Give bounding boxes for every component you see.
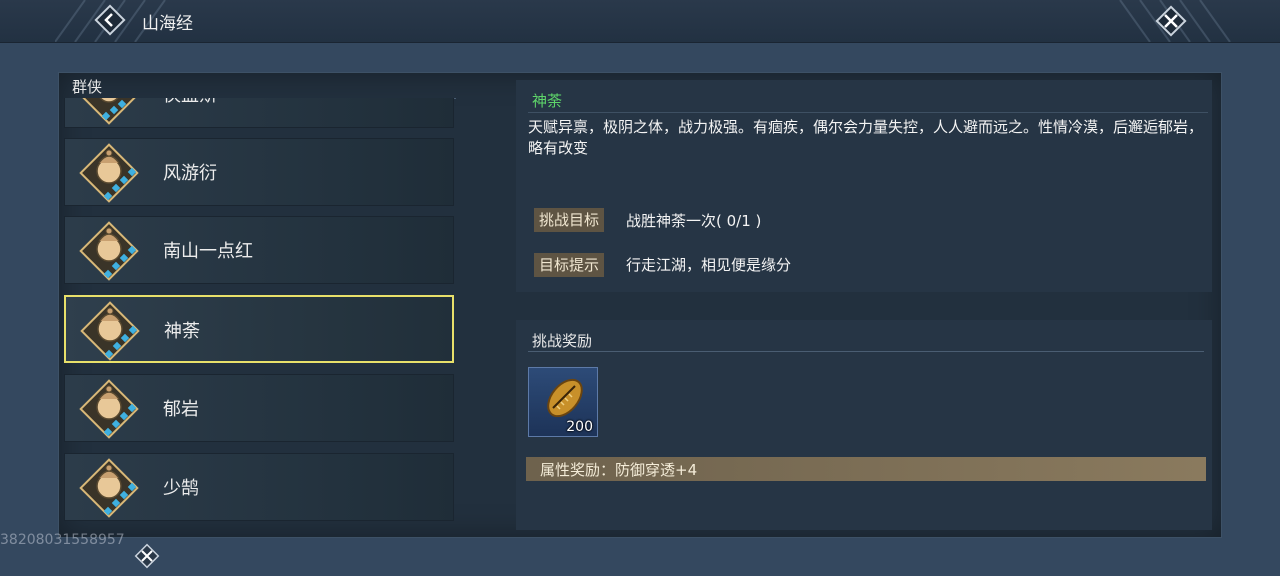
divider <box>528 351 1204 352</box>
hero-name: 郁岩 <box>163 399 199 420</box>
hero-portrait-icon <box>79 98 139 125</box>
hero-name: 南山一点红 <box>163 241 253 262</box>
hero-list-item[interactable]: 郁岩 <box>64 374 454 442</box>
hero-portrait-icon <box>79 221 139 281</box>
attribute-bonus-text: 属性奖励：防御穿透+4 <box>540 461 698 479</box>
hint-value: 行走江湖，相见便是缘分 <box>626 256 792 274</box>
hero-list-item[interactable]: 侠盗斯 <box>64 98 454 128</box>
top-bar: 山海经 <box>0 0 1280 43</box>
hero-list-item-selected[interactable]: 神荼 <box>64 295 454 363</box>
reward-count: 200 <box>566 419 593 435</box>
hero-name: 少鹄 <box>163 478 199 499</box>
hero-list-item[interactable]: 南山一点红 <box>64 216 454 284</box>
back-arrow-icon <box>94 4 126 36</box>
hero-portrait-icon <box>79 143 139 203</box>
hero-detail-name: 神荼 <box>532 92 563 110</box>
goal-tag: 挑战目标 <box>534 208 605 232</box>
hero-list-item[interactable]: 风游衍 <box>64 138 454 206</box>
hero-list[interactable]: 侠盗斯 风游衍 南山一点红 <box>64 98 456 524</box>
close-icon[interactable] <box>134 543 160 569</box>
back-button[interactable] <box>94 4 126 36</box>
hero-description: 天赋异禀，极阴之体，战力极强。有痼疾，偶尔会力量失控，人人避而远之。性情冷漠，后… <box>528 118 1204 157</box>
hero-list-item[interactable]: 少鹄 <box>64 453 454 521</box>
hero-group-header: 群侠 <box>66 76 456 99</box>
close-icon <box>1155 5 1187 37</box>
hero-portrait-icon <box>79 458 139 518</box>
hero-name: 风游衍 <box>163 163 217 184</box>
user-id: 38208031558957 <box>0 532 125 548</box>
hero-name: 侠盗斯 <box>163 98 217 107</box>
hero-name: 神荼 <box>164 321 200 342</box>
hero-portrait-icon <box>79 379 139 439</box>
goal-value: 战胜神荼一次( 0/1 ) <box>626 212 762 230</box>
attribute-bonus-bar: 属性奖励：防御穿透+4 <box>526 457 1206 481</box>
close-button[interactable] <box>1154 4 1188 38</box>
reward-item[interactable]: 200 <box>528 367 598 437</box>
page-title: 山海经 <box>142 14 193 34</box>
group-label: 群侠 <box>72 78 103 96</box>
reward-title: 挑战奖励 <box>532 332 593 350</box>
hint-tag: 目标提示 <box>534 253 605 277</box>
divider <box>528 112 1208 113</box>
hero-portrait-icon <box>80 301 140 361</box>
